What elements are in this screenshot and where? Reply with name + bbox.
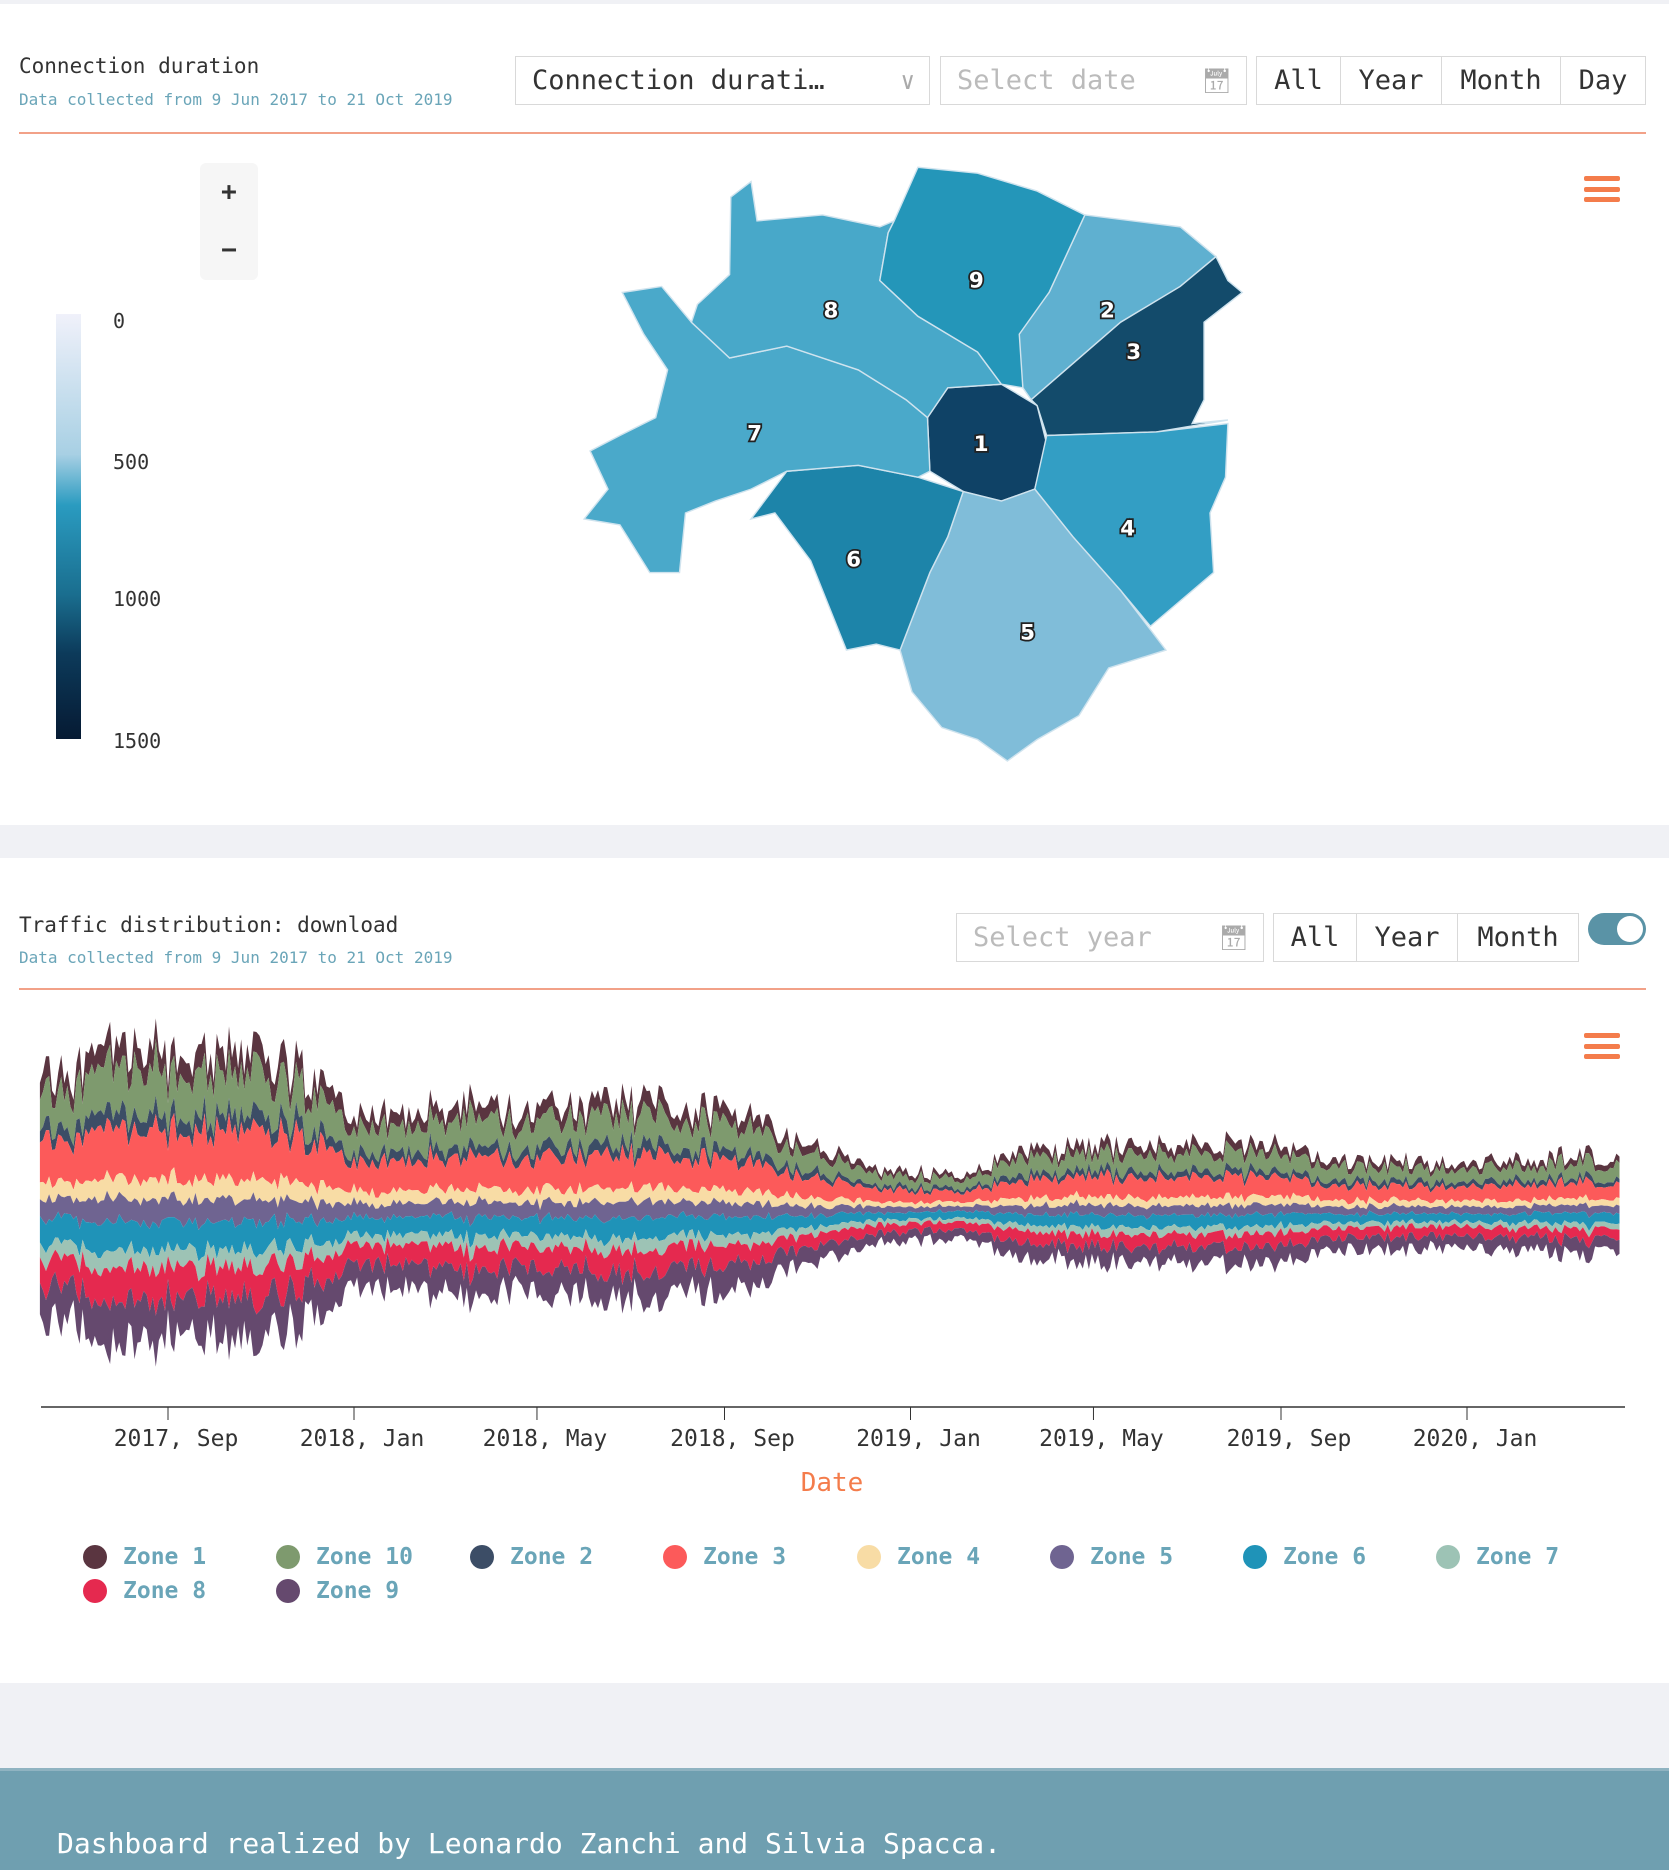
- legend-label: Zone 3: [703, 1544, 787, 1570]
- x-axis-title: Date: [800, 1468, 864, 1498]
- legend-label: Zone 8: [123, 1578, 207, 1604]
- legend-item[interactable]: Zone 5: [1050, 1544, 1173, 1570]
- legend-dot-icon: [663, 1545, 687, 1569]
- legend-item[interactable]: Zone 1: [83, 1544, 206, 1570]
- legend-label: Zone 4: [897, 1544, 981, 1570]
- x-tick-label: 2018, Sep: [670, 1426, 795, 1452]
- legend-item[interactable]: Zone 9: [276, 1578, 399, 1604]
- legend-dot-icon: [276, 1545, 300, 1569]
- x-tick-label: 2017, Sep: [113, 1426, 239, 1452]
- streamgraph: [39, 1018, 1625, 1420]
- legend-dot-icon: [1436, 1545, 1460, 1569]
- footer-text: Dashboard realized by Leonardo Zanchi an…: [57, 1827, 1002, 1860]
- legend-item[interactable]: Zone 8: [83, 1578, 206, 1604]
- footer: Dashboard realized by Leonardo Zanchi an…: [0, 1768, 1669, 1870]
- legend-dot-icon: [83, 1545, 107, 1569]
- legend-dot-icon: [1050, 1545, 1074, 1569]
- legend-item[interactable]: Zone 4: [857, 1544, 980, 1570]
- legend-label: Zone 6: [1283, 1544, 1367, 1570]
- legend-label: Zone 5: [1090, 1544, 1174, 1570]
- legend-item[interactable]: Zone 7: [1436, 1544, 1559, 1570]
- legend-dot-icon: [857, 1545, 881, 1569]
- legend-label: Zone 7: [1476, 1544, 1560, 1570]
- x-tick-label: 2018, May: [482, 1426, 608, 1452]
- legend-label: Zone 9: [316, 1578, 400, 1604]
- legend-item[interactable]: Zone 6: [1243, 1544, 1366, 1570]
- legend-label: Zone 1: [123, 1544, 207, 1570]
- legend-dot-icon: [83, 1579, 107, 1603]
- x-tick-label: 2020, Jan: [1412, 1426, 1538, 1452]
- legend-label: Zone 2: [510, 1544, 594, 1570]
- x-tick-label: 2019, Sep: [1226, 1426, 1352, 1452]
- x-tick-label: 2019, Jan: [856, 1426, 981, 1452]
- legend-label: Zone 10: [316, 1544, 413, 1570]
- legend-item[interactable]: Zone 3: [663, 1544, 786, 1570]
- legend-item[interactable]: Zone 2: [470, 1544, 593, 1570]
- legend-dot-icon: [1243, 1545, 1267, 1569]
- legend-dot-icon: [276, 1579, 300, 1603]
- x-tick-label: 2019, May: [1039, 1426, 1164, 1452]
- legend-item[interactable]: Zone 10: [276, 1544, 413, 1570]
- legend-dot-icon: [470, 1545, 494, 1569]
- x-tick-label: 2018, Jan: [299, 1426, 425, 1452]
